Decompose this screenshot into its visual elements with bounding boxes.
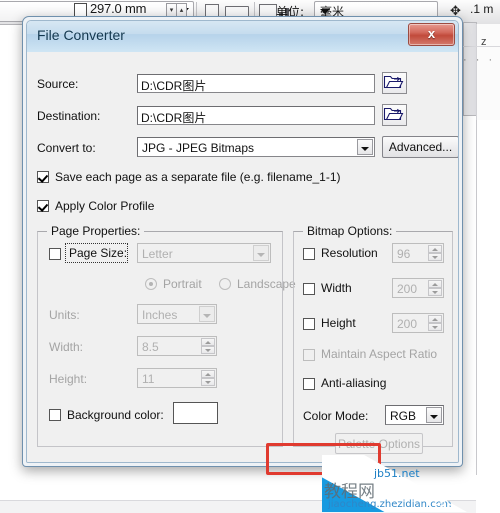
convert-to-value: JPG - JPEG Bitmaps [142, 141, 255, 155]
units-value: Inches [142, 308, 178, 322]
dialog-body: Source: D:\CDR图片 Destination: D:\CDR图片 C… [27, 52, 458, 462]
chevron-down-icon[interactable] [357, 139, 373, 155]
bitmap-width-checkbox[interactable] [303, 283, 315, 295]
stepper-up-icon[interactable] [428, 280, 442, 288]
stepper-down-icon[interactable] [428, 323, 442, 331]
bitmap-height-stepper[interactable] [428, 315, 442, 331]
maintain-aspect-ratio-label: Maintain Aspect Ratio [321, 347, 438, 361]
destination-input[interactable]: D:\CDR图片 [137, 106, 375, 125]
destination-label: Destination: [37, 109, 101, 123]
chevron-down-icon[interactable] [253, 245, 269, 261]
page-width-input[interactable]: 8.5 [137, 336, 217, 356]
bitmap-width-label: Width [321, 281, 352, 295]
landscape-label: Landscape [237, 277, 296, 291]
stepper-down-icon[interactable] [428, 253, 442, 261]
bitmap-height-input[interactable]: 200 [392, 313, 444, 333]
save-each-page-label: Save each page as a separate file (e.g. … [55, 170, 341, 184]
source-input[interactable]: D:\CDR图片 [137, 74, 375, 93]
landscape-radio[interactable] [219, 278, 231, 290]
page-height-stepper[interactable] [201, 370, 215, 386]
color-mode-combo[interactable]: RGB [385, 405, 444, 425]
background-color-swatch[interactable] [173, 402, 218, 424]
source-browse-button[interactable] [382, 72, 407, 94]
resolution-input[interactable]: 96 [392, 243, 444, 263]
resolution-stepper[interactable] [428, 245, 442, 261]
bitmap-options-title: Bitmap Options: [303, 224, 397, 238]
chevron-down-icon[interactable] [199, 306, 215, 322]
page-height-value: 297.0 mm [90, 1, 147, 16]
resolution-label: Resolution [321, 246, 378, 260]
page-size-checkbox[interactable] [49, 248, 61, 260]
chevron-down-icon[interactable] [426, 407, 442, 423]
convert-to-combo[interactable]: JPG - JPEG Bitmaps [137, 137, 375, 157]
stepper-up-icon[interactable] [201, 338, 215, 346]
page-properties-title: Page Properties: [47, 224, 145, 238]
maintain-aspect-ratio-checkbox[interactable] [303, 349, 315, 361]
stepper-up-icon[interactable] [428, 245, 442, 253]
stepper-down-icon[interactable] [428, 288, 442, 296]
apply-color-profile-checkbox[interactable] [37, 200, 49, 212]
resolution-checkbox[interactable] [303, 248, 315, 260]
file-converter-dialog: File Converter x Source: D:\CDR图片 Destin… [22, 16, 463, 467]
anti-aliasing-checkbox[interactable] [303, 378, 315, 390]
folder-open-icon [383, 107, 404, 121]
ruler-line [463, 46, 500, 47]
folder-open-icon [383, 75, 404, 89]
source-label: Source: [37, 77, 79, 91]
stepper-up-icon[interactable] [428, 315, 442, 323]
background-color-checkbox[interactable] [49, 409, 61, 421]
color-mode-label: Color Mode: [303, 409, 369, 423]
apply-color-profile-label: Apply Color Profile [55, 199, 155, 213]
close-button[interactable]: x [408, 23, 455, 46]
dialog-frame: File Converter x Source: D:\CDR图片 Destin… [26, 20, 459, 463]
advanced-button[interactable]: Advanced... [382, 136, 458, 158]
stepper-up-icon[interactable] [201, 370, 215, 378]
page-size-label: Page Size: [69, 246, 128, 260]
nudge-value: .1 m [470, 2, 494, 16]
page-width-label: Width: [49, 340, 84, 354]
page-height-value: 11 [142, 372, 155, 386]
bitmap-width-value: 200 [397, 282, 418, 296]
portrait-label: Portrait [163, 277, 202, 291]
convert-to-label: Convert to: [37, 141, 96, 155]
dialog-titlebar[interactable]: File Converter x [27, 21, 458, 52]
ruler-dots: · · · [463, 54, 496, 66]
bitmap-height-checkbox[interactable] [303, 318, 315, 330]
page-height-input[interactable]: 11 [137, 368, 217, 388]
stepper-down-icon[interactable] [201, 346, 215, 354]
ok-button-annotation [266, 443, 381, 475]
page-size-combo[interactable]: Letter [137, 243, 271, 263]
resolution-value: 96 [397, 247, 411, 261]
status-bar [0, 500, 476, 513]
dialog-title: File Converter [37, 27, 125, 43]
save-each-page-checkbox[interactable] [37, 171, 49, 183]
destination-browse-button[interactable] [382, 104, 407, 126]
background-color-label: Background color: [67, 408, 164, 422]
color-mode-value: RGB [390, 409, 417, 423]
vertical-ruler [463, 22, 477, 116]
stepper-down-icon[interactable] [201, 378, 215, 386]
bitmap-width-input[interactable]: 200 [392, 278, 444, 298]
page-width-value: 8.5 [142, 340, 159, 354]
chevron-down-icon [320, 9, 330, 14]
document-right-edge [476, 120, 500, 512]
bitmap-height-label: Height [321, 316, 356, 330]
units-combo[interactable]: Inches [137, 304, 217, 324]
bitmap-width-stepper[interactable] [428, 280, 442, 296]
page-size-value: Letter [142, 247, 173, 261]
bitmap-height-value: 200 [397, 317, 418, 331]
anti-aliasing-label: Anti-aliasing [321, 376, 387, 390]
page-height-label: Height: [49, 372, 88, 386]
units-label: Units: [49, 308, 80, 322]
portrait-radio[interactable] [145, 278, 157, 290]
page-width-stepper[interactable] [201, 338, 215, 354]
